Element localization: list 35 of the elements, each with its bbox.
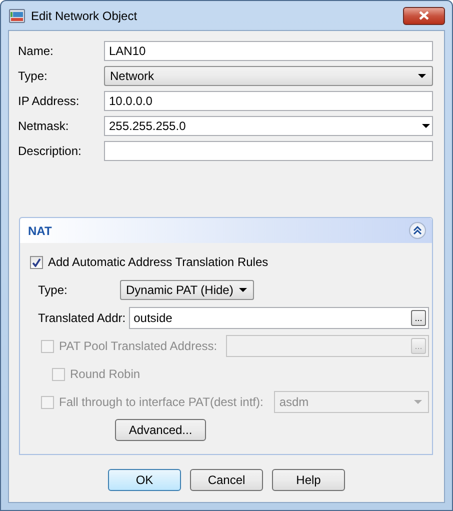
dropdown-arrow-icon [418,74,426,78]
field-label: Netmask: [18,118,70,135]
network-object-icon [9,8,25,22]
dialog-button[interactable]: OK [108,469,181,491]
text-field[interactable]: LAN10 [104,41,433,61]
panel-title: NAT [28,224,53,238]
dialog-button[interactable]: Cancel [190,469,263,491]
text-field[interactable]: outside ... [128,307,429,329]
dropdown-arrow-icon [422,124,430,128]
close-icon [419,11,429,20]
combo-box[interactable]: 255.255.255.0 [104,116,433,136]
browse-button[interactable]: ... [411,310,426,326]
type-dropdown[interactable]: Dynamic PAT (Hide) [120,280,254,300]
text-field[interactable]: 10.0.0.0 [104,91,433,111]
checkbox-label: PAT Pool Translated Address: [59,338,218,355]
double-chevron-icon [413,226,422,235]
advanced-button[interactable]: Advanced... [115,419,206,441]
checkbox[interactable] [30,256,43,268]
close-button[interactable] [403,6,445,24]
field-label: Type: [18,68,48,85]
checkbox-label: Round Robin [70,366,140,383]
dropdown-arrow-icon [414,400,422,404]
field-label: IP Address: [18,93,80,110]
window-title: Edit Network Object [31,8,138,22]
collapse-button[interactable] [409,222,426,239]
dialog-button[interactable]: Help [272,469,345,491]
field-label: Type: [38,282,68,299]
field-label: Name: [18,43,54,60]
type-dropdown[interactable]: Network [104,66,433,86]
checkbox-label: Fall through to interface PAT(dest intf): [59,394,264,411]
field-label: Description: [18,143,82,160]
text-field[interactable] [104,141,433,161]
checkbox-label: Add Automatic Address Translation Rules [48,254,268,271]
dropdown-arrow-icon [239,288,248,292]
field-label: Translated Addr: [38,310,126,327]
